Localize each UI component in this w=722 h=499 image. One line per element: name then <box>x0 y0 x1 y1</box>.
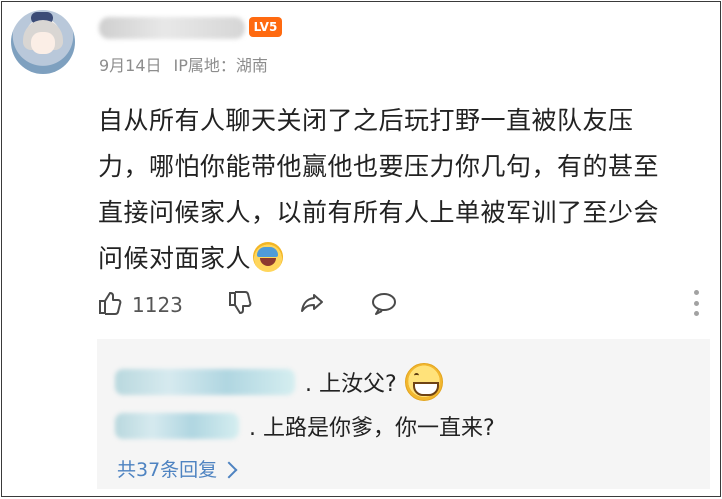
view-all-replies-link[interactable]: 共37条回复 <box>117 455 238 482</box>
comment-body: 自从所有人聊天关闭了之后玩打野一直被队友压 力，哪怕你能带他赢他也要压力你几句，… <box>98 98 702 282</box>
wink-emoji-icon <box>253 242 284 272</box>
comment-ip-location: IP属地：湖南 <box>173 56 268 75</box>
reply-item[interactable]: . 上路是你爹，你一直来? <box>115 410 495 442</box>
comment-icon[interactable] <box>370 289 398 322</box>
share-svg <box>300 293 323 312</box>
thumb-down-icon[interactable] <box>226 289 254 322</box>
action-bar: 1123 <box>96 290 398 320</box>
chevron-right-icon <box>220 461 238 478</box>
comment-date: 9月14日 <box>99 56 162 75</box>
more-dot <box>693 311 699 316</box>
comment-text-line-last: 问候对面家人 <box>98 244 252 273</box>
reply-text: . 上路是你爹，你一直来? <box>249 416 495 441</box>
avatar-icon[interactable] <box>11 10 75 74</box>
username-blurred[interactable] <box>99 17 245 39</box>
more-dot <box>693 290 699 295</box>
more-dot <box>693 300 699 306</box>
comment-text-line: 直接问候家人，以前有所有人上单被军训了至少会 <box>98 198 660 227</box>
comment-text-line: 问候对面家人 <box>98 236 702 282</box>
reply-panel: . 上汝父? . 上路是你爹，你一直来? 共37条回复 <box>97 339 710 489</box>
likes-count[interactable]: 1123 <box>132 293 183 317</box>
thumb-up-svg <box>99 291 122 315</box>
grin-emoji-icon <box>404 363 443 401</box>
comment-meta: 9月14日 IP属地：湖南 <box>99 52 268 76</box>
comment-text-line: 力，哪怕你能带他赢他也要压力你几句，有的甚至 <box>98 152 660 181</box>
comment-card: LV5 9月14日 IP属地：湖南 自从所有人聊天关闭了之后玩打野一直被队友压 力… <box>1 1 721 497</box>
comment-svg <box>371 292 396 315</box>
comment-text-line: 自从所有人聊天关闭了之后玩打野一直被队友压 <box>98 106 634 135</box>
thumb-down-svg <box>228 290 252 314</box>
reply-item[interactable]: . 上汝父? <box>115 363 443 401</box>
reply-username-blurred[interactable] <box>115 413 239 439</box>
reply-summary: 共37条回复 <box>117 459 218 481</box>
more-vertical-icon[interactable] <box>692 290 700 316</box>
reply-text: . 上汝父? <box>305 372 397 397</box>
share-icon[interactable] <box>298 289 326 322</box>
avatar-face <box>31 32 55 54</box>
level-badge: LV5 <box>249 17 282 37</box>
reply-username-blurred[interactable] <box>115 369 295 395</box>
thumb-up-icon[interactable] <box>96 289 124 322</box>
